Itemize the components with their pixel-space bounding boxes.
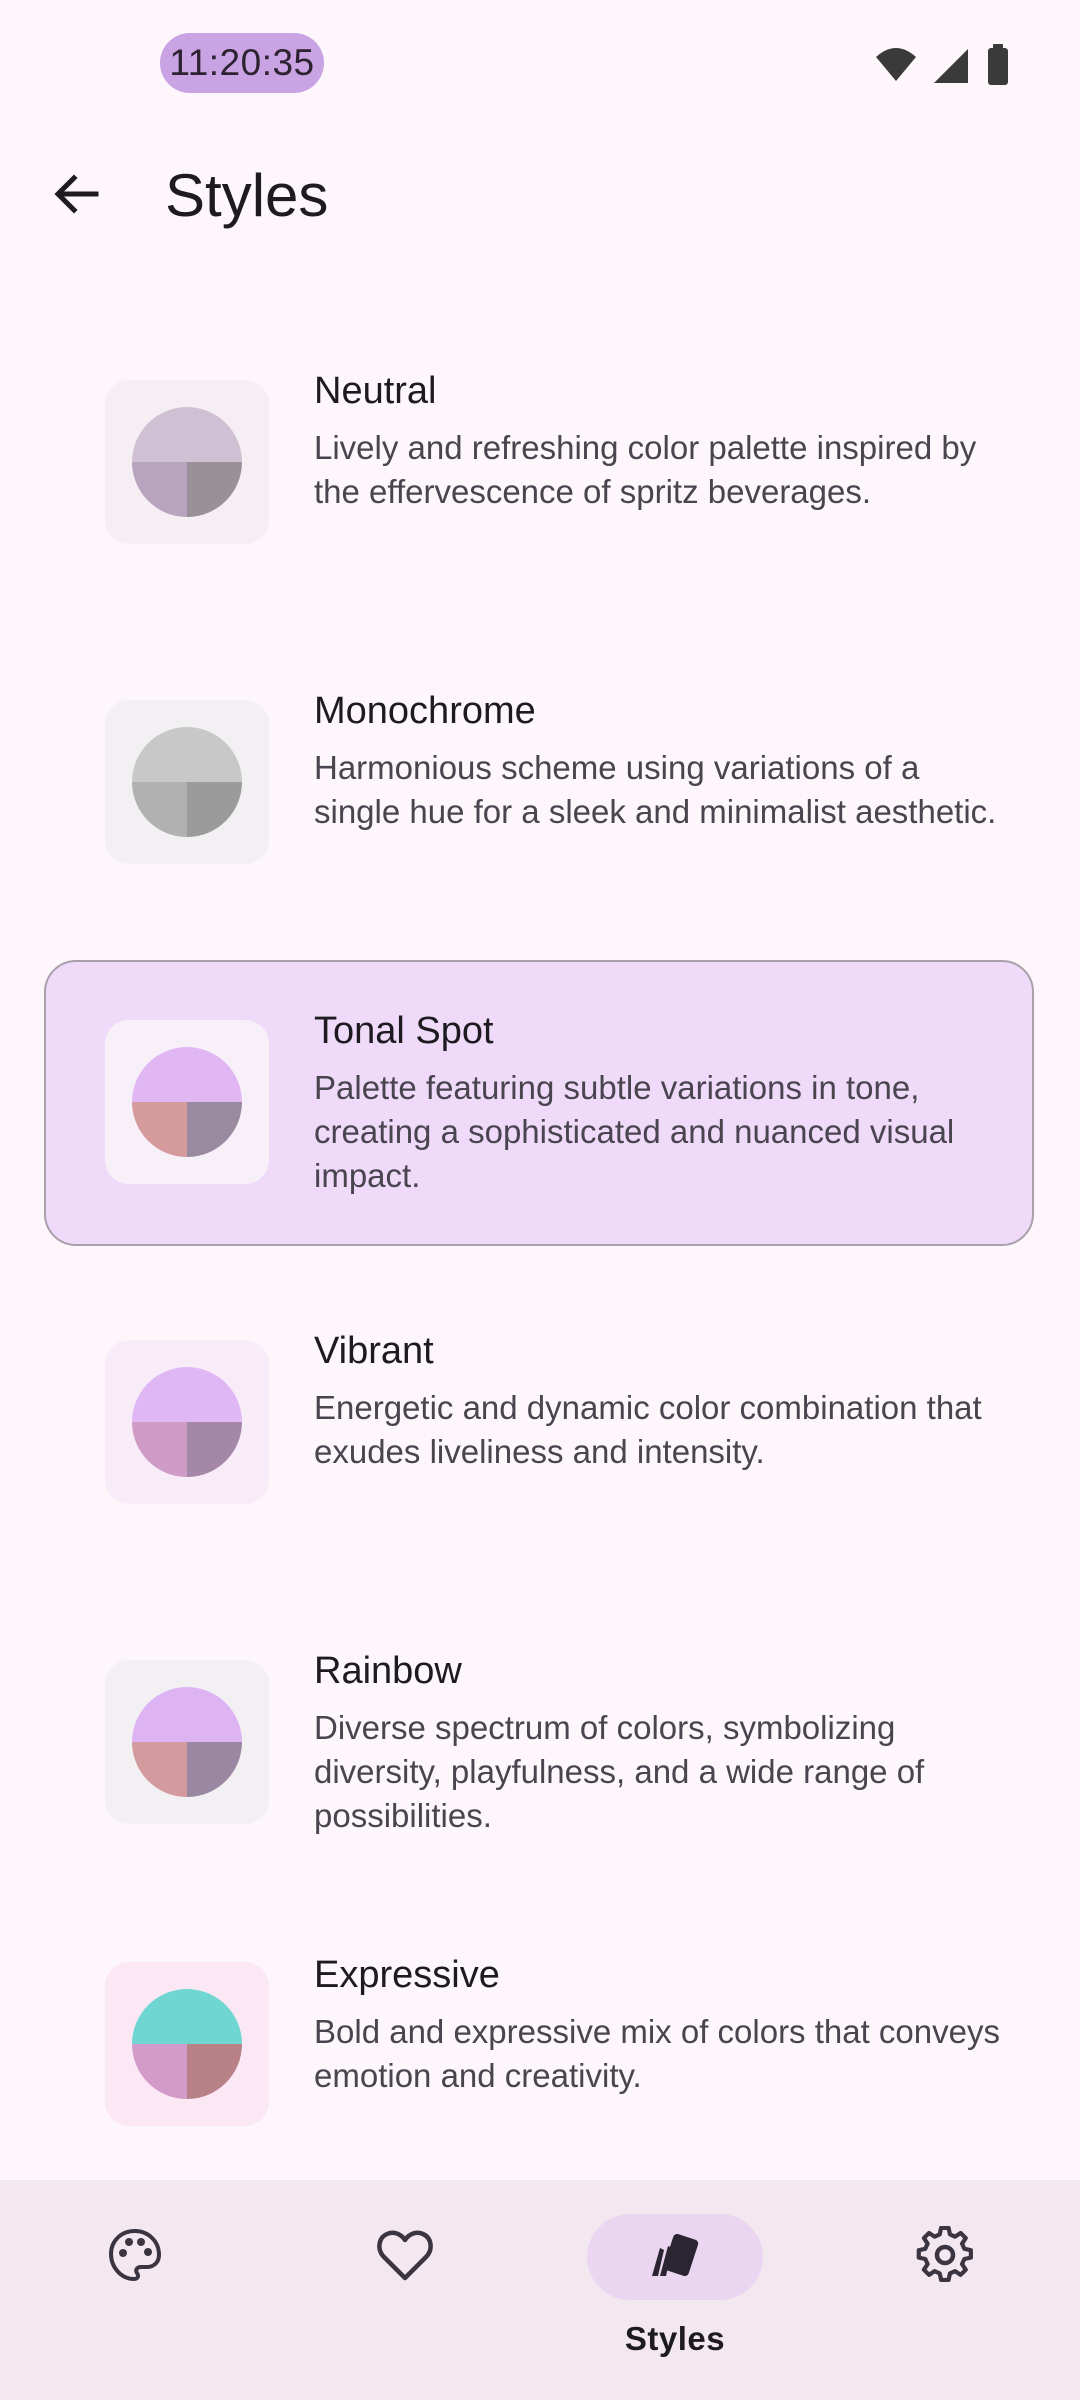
style-title: Tonal Spot — [314, 1010, 494, 1052]
style-option-vibrant[interactable]: Vibrant Energetic and dynamic color comb… — [44, 1280, 1034, 1566]
style-title: Expressive — [314, 1954, 500, 1996]
style-description: Energetic and dynamic color combination … — [314, 1389, 982, 1470]
signal-icon — [932, 45, 972, 85]
arrow-back-icon — [50, 168, 102, 225]
style-description: Lively and refreshing color palette insp… — [314, 429, 977, 510]
style-preview-tile — [105, 1660, 269, 1824]
wifi-icon: 4 — [874, 45, 920, 91]
nav-item-colors[interactable] — [0, 2180, 270, 2400]
nav-icon-container — [47, 2214, 223, 2300]
back-button[interactable] — [36, 156, 116, 236]
status-icons: 4 — [874, 44, 1010, 91]
battery-icon — [986, 44, 1010, 86]
bottom-navigation: Styles — [0, 2180, 1080, 2400]
style-description: Palette featuring subtle variations in t… — [314, 1069, 955, 1194]
color-swatch-icon — [132, 1367, 242, 1477]
palette-icon — [107, 2227, 163, 2288]
nav-icon-container — [857, 2214, 1033, 2300]
status-clock: 11:20:35 — [160, 33, 324, 93]
style-title: Rainbow — [314, 1650, 462, 1692]
status-time: 11:20:35 — [169, 42, 315, 83]
style-option-expressive[interactable]: Expressive Bold and expressive mix of co… — [44, 1902, 1034, 2188]
nav-item-favorites[interactable] — [270, 2180, 540, 2400]
nav-icon-container — [317, 2214, 493, 2300]
page-title: Styles — [165, 162, 329, 229]
style-option-monochrome[interactable]: Monochrome Harmonious scheme using varia… — [44, 640, 1034, 926]
style-preview-tile — [105, 1020, 269, 1184]
style-preview-tile — [105, 1962, 269, 2126]
gear-icon — [916, 2225, 974, 2289]
style-option-neutral[interactable]: Neutral Lively and refreshing color pale… — [44, 320, 1034, 606]
style-title: Neutral — [314, 370, 437, 412]
style-option-rainbow[interactable]: Rainbow Diverse spectrum of colors, symb… — [44, 1600, 1034, 1886]
wifi-badge: 4 — [911, 74, 920, 91]
top-app-bar: Styles — [0, 130, 1080, 260]
style-title: Monochrome — [314, 690, 536, 732]
style-description: Harmonious scheme using variations of a … — [314, 749, 997, 830]
color-swatch-icon — [132, 727, 242, 837]
color-swatch-icon — [132, 407, 242, 517]
style-option-tonal-spot[interactable]: Tonal Spot Palette featuring subtle vari… — [44, 960, 1034, 1246]
color-swatch-icon — [132, 1687, 242, 1797]
status-bar: 11:20:35 4 — [0, 0, 1080, 130]
color-swatch-icon — [132, 1989, 242, 2099]
nav-label-styles: Styles — [624, 2320, 726, 2357]
heart-icon — [376, 2228, 434, 2287]
color-swatch-icon — [132, 1047, 242, 1157]
style-description: Diverse spectrum of colors, symbolizing … — [314, 1709, 925, 1834]
nav-icon-container — [587, 2214, 763, 2300]
nav-item-settings[interactable] — [810, 2180, 1080, 2400]
style-preview-tile — [105, 700, 269, 864]
style-preview-tile — [105, 1340, 269, 1504]
nav-item-styles[interactable]: Styles — [540, 2180, 810, 2400]
style-description: Bold and expressive mix of colors that c… — [314, 2013, 1000, 2094]
style-preview-tile — [105, 380, 269, 544]
style-title: Vibrant — [314, 1330, 434, 1372]
styles-icon — [646, 2226, 704, 2289]
